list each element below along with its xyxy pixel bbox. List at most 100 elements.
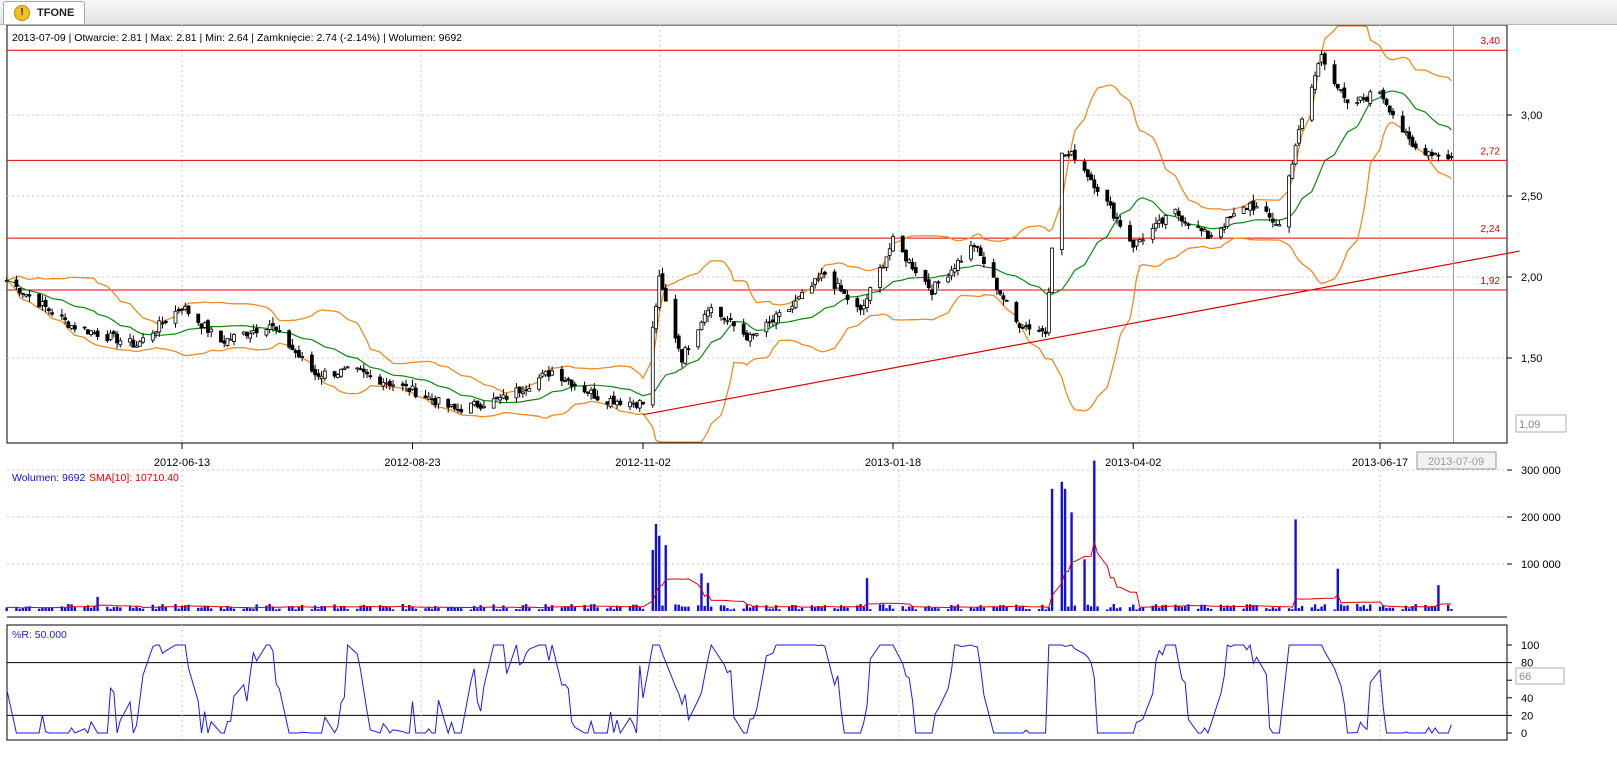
volume-bar [206, 606, 210, 611]
candle-body [728, 318, 733, 321]
volume-bar [765, 605, 768, 611]
volume-bar [200, 607, 203, 611]
candle-body [637, 400, 642, 409]
candle-body [446, 398, 451, 408]
time-tick-label: 2012-08-23 [384, 457, 440, 469]
candle-body [719, 306, 723, 318]
volume-bar [606, 608, 609, 611]
volume-bar [1115, 608, 1119, 611]
candle-body [319, 375, 324, 379]
volume-bar [800, 607, 804, 611]
time-tick-label: 2013-01-18 [865, 457, 921, 469]
candle-body [520, 391, 525, 395]
candle-body [89, 330, 93, 336]
candle-body [498, 397, 503, 401]
volume-bar [703, 605, 706, 611]
candle-body [105, 334, 110, 342]
level-label: 2,24 [1481, 224, 1501, 235]
stock-chart[interactable]: 3,40 2,72 2,24 1,92 3,00 2,50 2,00 1,50 1,09 20… [0, 25, 1617, 765]
candle-body [1335, 83, 1340, 89]
candle-body [404, 383, 408, 387]
candle-body [767, 321, 772, 324]
volume-bar [265, 605, 268, 611]
candle-body [673, 298, 678, 339]
candle-body [657, 275, 662, 308]
volume-bar [684, 606, 687, 611]
candle-body [1378, 91, 1382, 94]
williams-panel [6, 624, 1508, 741]
volume-bar [479, 605, 482, 611]
candle-body [472, 401, 477, 406]
volume-bar [492, 604, 495, 611]
volume-bar [956, 604, 960, 611]
volume-bar [1041, 604, 1044, 611]
volume-bar [1184, 606, 1187, 611]
candle-body [975, 246, 980, 248]
candle-body [1092, 179, 1097, 189]
candle-body [930, 289, 934, 296]
volume-sma [6, 541, 1452, 609]
candle-body [1202, 229, 1207, 232]
candle-body [407, 387, 412, 392]
candle-body [1358, 96, 1363, 101]
candle-body [1293, 144, 1298, 165]
volume-bar [1391, 607, 1395, 611]
candle-body [400, 383, 405, 386]
volume-bar [119, 607, 122, 611]
candle-body [978, 247, 983, 256]
volume-bar [21, 607, 25, 611]
candle-body [865, 298, 869, 308]
volume-bar [362, 604, 366, 611]
candle-body [241, 331, 246, 335]
volume-bar [1067, 606, 1070, 611]
candle-body [254, 328, 259, 334]
volume-bar [333, 604, 336, 611]
candle-body [641, 401, 645, 405]
candle-body [459, 408, 464, 413]
candle-body [816, 278, 821, 281]
candle-body [754, 333, 759, 336]
tab-tfone[interactable]: ! TFONE [3, 1, 85, 24]
candle-body [1128, 225, 1132, 242]
candle-body [770, 319, 775, 322]
candle-body [904, 250, 908, 262]
volume-bar [664, 545, 667, 611]
current-date-marker [1453, 25, 1454, 443]
candle-body [196, 313, 201, 323]
volume-bar [44, 608, 47, 611]
volume-bar [1427, 607, 1430, 611]
candle-body [449, 404, 454, 407]
williams-r-line [6, 643, 1452, 735]
volume-bar [1158, 607, 1161, 611]
volume-bar [1336, 568, 1339, 611]
volume-bar [846, 607, 849, 611]
level-label: 2,72 [1481, 146, 1501, 157]
volume-bar [882, 604, 885, 611]
volume-bar [791, 604, 794, 611]
volume-bar [927, 605, 930, 611]
candle-body [543, 370, 548, 376]
candle-body [504, 396, 509, 400]
candle-body [50, 312, 55, 315]
volume-bar [174, 604, 177, 611]
candle-body [358, 368, 363, 371]
volume-bar [609, 607, 612, 611]
candle-body [150, 332, 155, 341]
candle-body [118, 340, 123, 346]
candle-body [1186, 223, 1191, 226]
candle-body [946, 276, 951, 283]
volume-bar [252, 608, 255, 611]
min-price-label: 1,09 [1519, 419, 1540, 431]
candle-body [910, 261, 915, 270]
volume-bar [1310, 607, 1314, 611]
candle-body [1040, 328, 1045, 332]
candle-body [368, 375, 373, 378]
candle-body [835, 282, 840, 289]
williams-tick-label: 20 [1521, 710, 1533, 722]
candle-body [696, 329, 701, 348]
volume-bar [274, 609, 278, 611]
volume-bar [401, 603, 404, 611]
candle-body [128, 338, 132, 343]
volume-bar [1265, 608, 1268, 611]
candle-body [741, 323, 746, 335]
